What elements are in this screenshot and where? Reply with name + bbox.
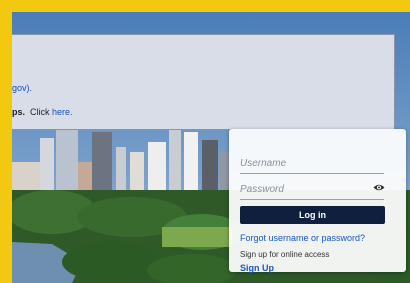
login-button[interactable]: Log in: [240, 206, 385, 224]
eye-icon[interactable]: [373, 183, 385, 192]
login-panel: Log in Forgot username or password? Sign…: [229, 129, 406, 273]
page-frame: gov). ps. Click here. Log in Forgot user…: [12, 12, 410, 283]
username-input[interactable]: [240, 153, 384, 174]
signup-prompt: Sign up for online access: [240, 250, 330, 259]
notice-banner: gov). ps. Click here.: [12, 34, 395, 130]
notice-here-link[interactable]: here.: [52, 107, 73, 117]
notice-line-2: ps. Click here.: [12, 107, 73, 117]
notice-line-1[interactable]: gov).: [12, 83, 32, 93]
forgot-credentials-link[interactable]: Forgot username or password?: [240, 233, 365, 243]
notice-click-text: Click: [30, 107, 50, 117]
notice-bold-text: ps.: [12, 107, 26, 117]
signup-link[interactable]: Sign Up: [240, 263, 274, 273]
password-input[interactable]: [240, 179, 384, 200]
